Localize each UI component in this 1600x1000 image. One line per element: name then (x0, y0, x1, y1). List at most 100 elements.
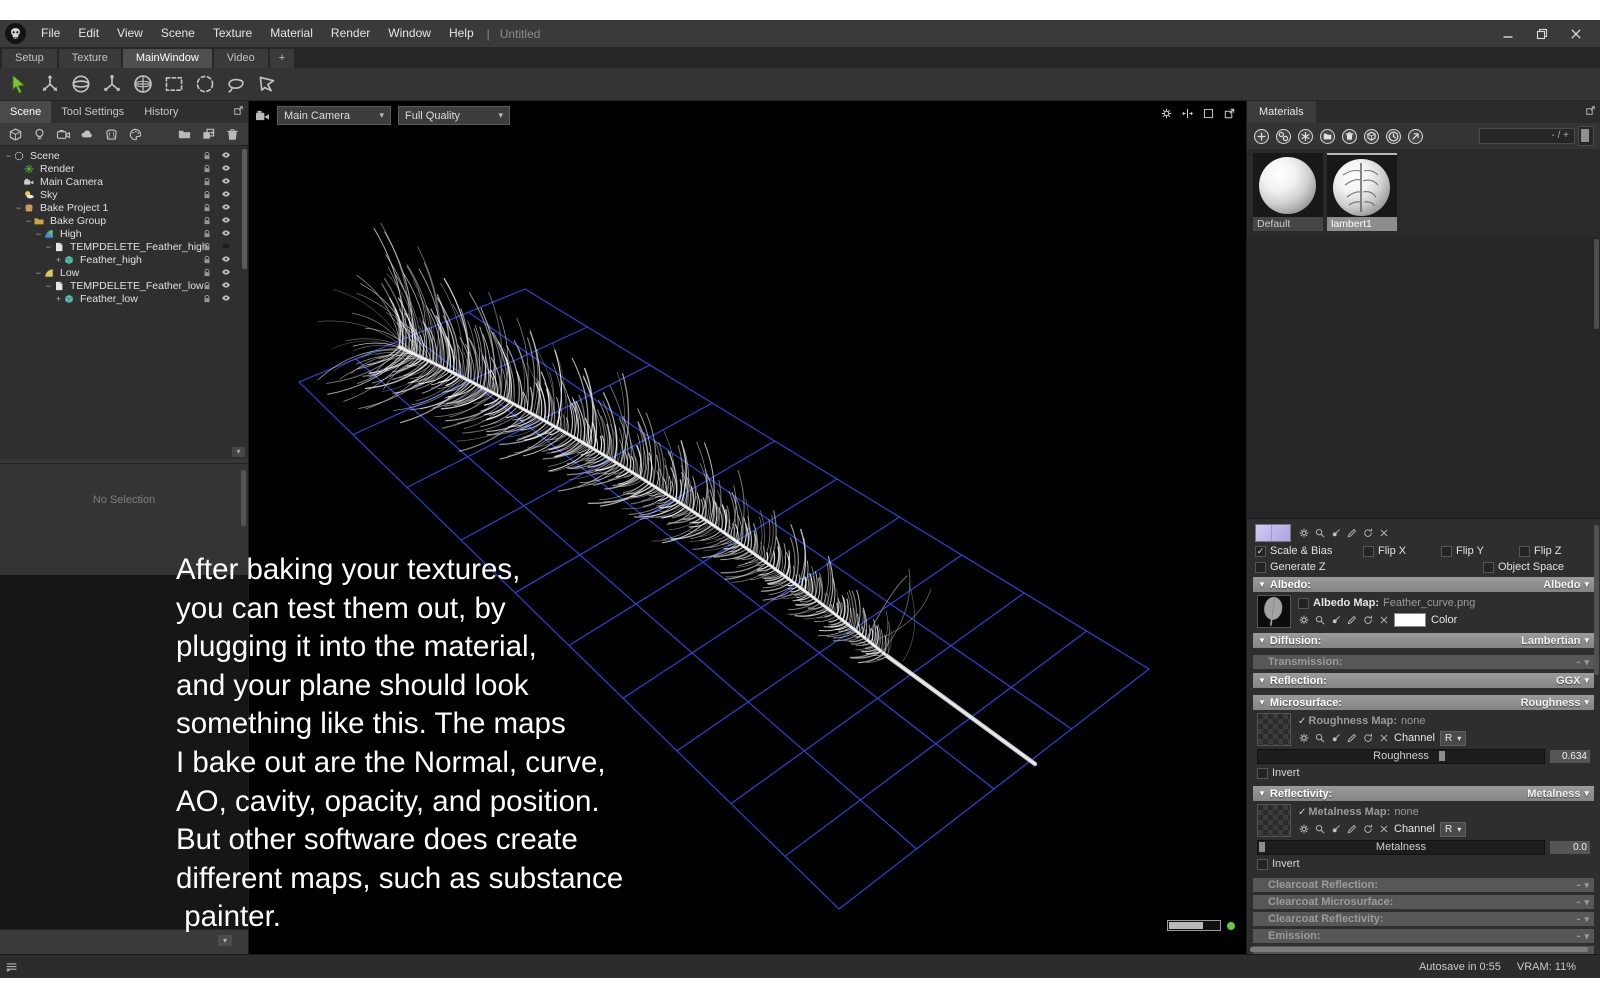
tab-tool-settings[interactable]: Tool Settings (51, 101, 134, 123)
section-clearcoat-microsurface[interactable]: Clearcoat Microsurface: - ▾ (1253, 895, 1594, 909)
lock-icon[interactable] (202, 254, 212, 265)
properties-scrollbar[interactable] (1594, 525, 1599, 675)
close-button[interactable] (1570, 28, 1582, 40)
scale-bias-checkbox[interactable]: ✓ Scale & Bias (1255, 545, 1363, 557)
tree-item-sky[interactable]: Sky (0, 188, 248, 201)
tree-item-feather-high[interactable]: + Feather_high (0, 253, 248, 266)
universal-manipulator-icon[interactable] (129, 71, 156, 98)
section-clearcoat-reflectivity[interactable]: Clearcoat Reflectivity: - ▾ (1253, 912, 1594, 926)
menu-material[interactable]: Material (261, 20, 322, 47)
circle-select-icon[interactable] (191, 71, 218, 98)
duplicate-icon[interactable] (198, 125, 219, 143)
eye-open-icon[interactable] (220, 150, 232, 160)
section-microsurface[interactable]: ▼ Microsurface: Roughness ▾ (1253, 695, 1594, 710)
flip-z-checkbox[interactable]: Flip Z (1519, 545, 1562, 557)
generate-z-checkbox[interactable]: Generate Z (1255, 561, 1326, 573)
tree-item-main-camera[interactable]: Main Camera (0, 175, 248, 188)
magnifier-icon[interactable] (1314, 614, 1326, 626)
metalness-invert-row[interactable]: Invert (1257, 857, 1590, 871)
folder-material-icon[interactable] (1319, 128, 1336, 145)
tab-video[interactable]: Video (213, 49, 268, 68)
pencil-icon[interactable] (1346, 732, 1358, 744)
pencil-icon[interactable] (1346, 823, 1358, 835)
split-view-icon[interactable] (1181, 107, 1194, 120)
section-albedo[interactable]: ▼ Albedo: Albedo ▾ (1253, 577, 1594, 592)
eye-open-icon[interactable] (220, 228, 232, 238)
tree-item-scene[interactable]: − Scene (0, 149, 248, 162)
gear-icon[interactable] (1298, 614, 1310, 626)
metalness-map-thumbnail[interactable] (1257, 804, 1291, 837)
minimize-button[interactable] (1502, 28, 1514, 40)
metalness-slider[interactable]: Metalness (1257, 839, 1545, 855)
light-icon[interactable] (29, 125, 50, 143)
check-icon[interactable]: ✓ (1298, 716, 1306, 727)
object-space-checkbox[interactable]: Object Space (1482, 561, 1564, 573)
expander-icon[interactable]: − (24, 216, 33, 226)
box-select-icon[interactable] (160, 71, 187, 98)
tree-item-tempdelete-feather-low[interactable]: − TEMPDELETE_Feather_low (0, 279, 248, 292)
refresh-icon[interactable] (1362, 614, 1374, 626)
normal-map-thumbnail[interactable] (1255, 524, 1291, 542)
tab-setup[interactable]: Setup (2, 49, 57, 68)
lock-icon[interactable] (202, 202, 212, 213)
clear-material-icon[interactable] (1297, 128, 1314, 145)
lock-icon[interactable] (202, 215, 212, 226)
camera-select[interactable]: Main Camera ▾ (277, 106, 391, 125)
viewport-canvas[interactable] (249, 101, 1246, 954)
menu-file[interactable]: File (32, 20, 69, 47)
gear-icon[interactable] (1298, 527, 1310, 539)
magnifier-icon[interactable] (1314, 823, 1326, 835)
thumbnail-size-slider[interactable] (1578, 126, 1594, 146)
lock-icon[interactable] (202, 176, 212, 187)
tree-item-high[interactable]: − High (0, 227, 248, 240)
tree-item-low[interactable]: − Low (0, 266, 248, 279)
console-icon[interactable] (0, 960, 19, 974)
close-icon[interactable] (1378, 527, 1390, 539)
section-transmission[interactable]: Transmission: - ▾ (1253, 655, 1594, 669)
settings-icon[interactable] (1160, 107, 1173, 120)
tab-materials[interactable]: Materials (1247, 101, 1316, 123)
lock-icon[interactable] (202, 189, 212, 200)
expander-icon[interactable]: − (34, 229, 43, 239)
history-material-icon[interactable] (1385, 128, 1402, 145)
lock-icon[interactable] (202, 267, 212, 278)
lasso-select-icon[interactable] (222, 71, 249, 98)
section-emission[interactable]: Emission: - ▾ (1253, 929, 1594, 943)
flip-y-checkbox[interactable]: Flip Y (1441, 545, 1519, 557)
slider-handle[interactable] (1439, 750, 1446, 761)
lock-icon[interactable] (202, 228, 212, 239)
tab-texture[interactable]: Texture (58, 49, 121, 68)
menu-window[interactable]: Window (379, 20, 440, 47)
tab-mainwindow[interactable]: MainWindow (122, 49, 212, 68)
menu-view[interactable]: View (108, 20, 152, 47)
section-reflectivity[interactable]: ▼ Reflectivity: Metalness ▾ (1253, 786, 1594, 801)
translate-icon[interactable] (36, 71, 63, 98)
assign-material-icon[interactable] (1363, 128, 1380, 145)
lock-icon[interactable] (202, 241, 212, 252)
pencil-icon[interactable] (1346, 614, 1358, 626)
tree-item-render[interactable]: Render (0, 162, 248, 175)
eye-closed-icon[interactable] (220, 241, 232, 251)
albedo-color-swatch[interactable] (1394, 613, 1426, 627)
close-icon[interactable] (1378, 823, 1390, 835)
flip-x-checkbox[interactable]: Flip X (1363, 545, 1441, 557)
refresh-icon[interactable] (1362, 823, 1374, 835)
viewport[interactable]: Main Camera ▾ Full Quality ▾ (249, 101, 1246, 954)
panel-popout-icon[interactable] (1585, 105, 1596, 116)
tree-item-tempdelete-feather-high[interactable]: − TEMPDELETE_Feather_high (0, 240, 248, 253)
sky-icon[interactable] (77, 125, 98, 143)
magnifier-icon[interactable] (1314, 732, 1326, 744)
expander-icon[interactable]: − (14, 203, 23, 213)
eye-open-icon[interactable] (220, 189, 232, 199)
select-icon[interactable] (5, 71, 32, 98)
eye-open-icon[interactable] (220, 254, 232, 264)
expander-icon[interactable]: − (4, 151, 13, 161)
scale-icon[interactable] (98, 71, 125, 98)
lock-icon[interactable] (202, 293, 212, 304)
footer-collapse-icon[interactable]: ▾ (218, 935, 232, 946)
eyedropper-icon[interactable] (1330, 527, 1342, 539)
popout-icon[interactable] (1223, 107, 1236, 120)
roughness-map-thumbnail[interactable] (1257, 713, 1291, 746)
polygon-select-icon[interactable] (253, 71, 280, 98)
menu-render[interactable]: Render (322, 20, 379, 47)
